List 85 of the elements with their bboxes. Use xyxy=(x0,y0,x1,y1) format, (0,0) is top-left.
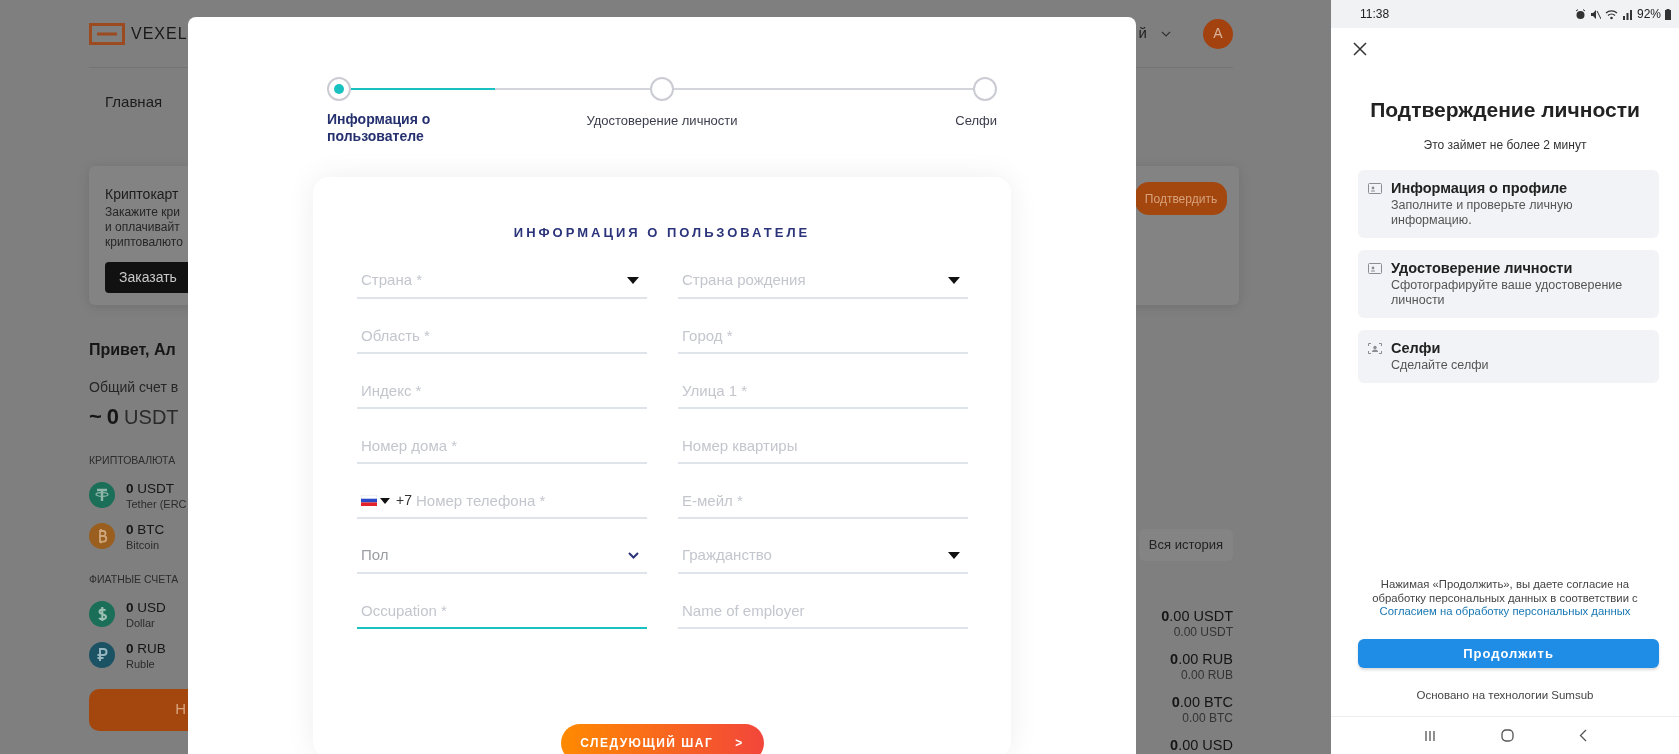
id-card-icon xyxy=(1368,262,1382,274)
total-label: Общий счет в xyxy=(89,378,180,397)
chevron-icon xyxy=(628,552,639,559)
account-balance: 0 BTC xyxy=(126,520,165,538)
account-balance: 0 USD xyxy=(126,598,166,616)
next-step-button[interactable]: СЛЕДУЮЩИЙ ШАГ > xyxy=(560,723,764,754)
step-marker[interactable] xyxy=(973,77,997,101)
balance-amount: 0.00 USDT xyxy=(1161,607,1233,625)
id-card-icon xyxy=(1368,182,1382,194)
caret-icon xyxy=(627,277,639,284)
account-name: Bitcoin xyxy=(126,537,161,552)
form-title: ИНФОРМАЦИЯ О ПОЛЬЗОВАТЕЛЕ xyxy=(512,224,812,242)
status-time: 11:38 xyxy=(1360,6,1390,23)
confirm-button[interactable]: Подтвердить xyxy=(1135,182,1227,215)
promo-text: и оплачивайт xyxy=(105,220,181,235)
action-button[interactable]: Н xyxy=(89,688,188,731)
step-description: Сфотографируйте ваше удостоверение личности xyxy=(1391,277,1624,308)
step-description: Заполните и проверьте личную информацию. xyxy=(1391,197,1574,228)
battery-level: 92% xyxy=(1636,6,1661,23)
promo-text: криптовалюто xyxy=(105,235,184,250)
step-label[interactable]: Информация о пользователе xyxy=(327,111,457,145)
section-label: ФИАТНЫЕ СЧЕТА xyxy=(89,571,180,587)
order-button[interactable]: Заказать xyxy=(105,262,191,293)
step-title: Удостоверение личности xyxy=(1391,258,1574,278)
select-field[interactable]: Пол xyxy=(357,539,647,574)
step-card[interactable]: Информация о профиле Заполните и проверьте личную информацию. xyxy=(1358,169,1659,238)
menu-label[interactable]: й xyxy=(1138,22,1147,45)
caret-icon xyxy=(380,497,390,504)
powered-by-text: Основано на технологии Sumsub xyxy=(1415,687,1595,703)
total-amount: 0 xyxy=(106,403,120,431)
signal-icon xyxy=(1621,8,1633,20)
total-currency: USDT xyxy=(124,405,179,430)
home-icon[interactable] xyxy=(1500,729,1514,742)
balance-converted: 0.00 RUB xyxy=(1179,667,1233,683)
page-title: Подтверждение личности xyxy=(1369,97,1641,123)
continue-button[interactable]: Продолжить xyxy=(1358,638,1659,668)
balance-converted: 0.00 BTC xyxy=(1181,710,1233,726)
alarm-icon xyxy=(1574,8,1586,20)
mute-icon xyxy=(1589,8,1601,20)
bitcoin-icon xyxy=(89,523,115,550)
account-name: Tether (ERC xyxy=(126,496,187,511)
step-card[interactable]: Удостоверение личности Сфотографируйте ваше удостоверение личности xyxy=(1358,249,1659,318)
battery-icon xyxy=(1665,8,1671,20)
avatar[interactable]: A xyxy=(1203,18,1233,49)
caret-icon xyxy=(948,277,960,284)
input-field[interactable]: Occupation * xyxy=(357,594,647,629)
history-button[interactable]: Вся история xyxy=(1138,529,1233,561)
step-title: Селфи xyxy=(1391,338,1442,358)
logo-text: VEXEL xyxy=(131,23,188,44)
step-label[interactable]: Удостоверение личности xyxy=(586,111,738,131)
scan-frame-icon xyxy=(1368,342,1382,354)
caret-icon xyxy=(948,552,960,559)
ruble-icon xyxy=(89,642,115,668)
consent-text: Нажимая «Продолжить», вы даете согласие на обработку персональных данных в соответствии с Согласием на обработку персональных данных xyxy=(1371,578,1639,619)
consent-link[interactable]: Согласием на обработку персональных данных xyxy=(1379,605,1631,618)
tether-icon xyxy=(89,482,115,509)
promo-text: Закажите кри xyxy=(105,205,181,220)
nav-link[interactable]: Главная xyxy=(105,90,163,114)
step-description: Сделайте селфи xyxy=(1391,357,1489,373)
wifi-icon xyxy=(1604,8,1618,20)
account-balance: 0 USDT xyxy=(126,479,175,497)
dollar-icon xyxy=(89,601,115,627)
balance-converted: 0.00 USDT xyxy=(1172,624,1233,640)
balance-amount: 0.00 BTC xyxy=(1170,693,1233,711)
greeting: Привет, Ал xyxy=(89,340,177,360)
account-name: Dollar xyxy=(126,615,156,630)
step-card[interactable]: Селфи Сделайте селфи xyxy=(1358,329,1659,383)
approx-sign: ~ xyxy=(89,403,102,431)
flag-icon xyxy=(361,495,377,506)
step-marker[interactable] xyxy=(327,77,351,101)
step-marker[interactable] xyxy=(650,77,674,101)
back-icon[interactable] xyxy=(1578,729,1587,742)
chevron-icon[interactable] xyxy=(1161,30,1171,37)
step-title: Информация о профиле xyxy=(1391,178,1569,198)
recent-apps-icon[interactable] xyxy=(1423,729,1436,742)
close-icon[interactable] xyxy=(1353,42,1367,56)
balance-amount: 0.00 USD xyxy=(1169,736,1233,754)
balance-amount: 0.00 RUB xyxy=(1169,650,1233,668)
account-balance: 0 RUB xyxy=(126,639,166,657)
page-subtitle: Это займет не более 2 минут xyxy=(1422,136,1588,154)
step-label[interactable]: Селфи xyxy=(955,111,997,131)
section-label: КРИПТОВАЛЮТА xyxy=(89,453,177,468)
dial-code: +7 xyxy=(394,484,416,519)
account-name: Ruble xyxy=(126,656,156,671)
promo-title: Криптокарт xyxy=(105,185,180,204)
